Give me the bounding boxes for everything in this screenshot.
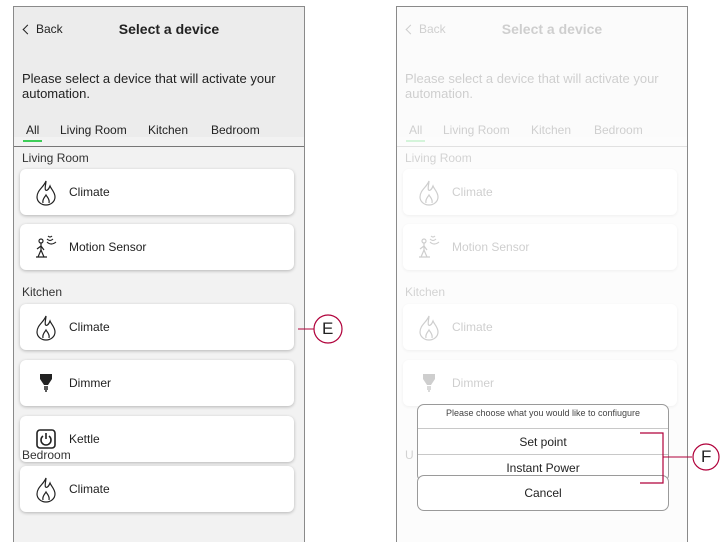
flame-icon xyxy=(36,477,56,503)
divider xyxy=(14,146,304,147)
device-label: Climate xyxy=(69,320,110,334)
section-living-room: Living Room xyxy=(22,151,89,165)
device-card-living-climate[interactable]: Climate xyxy=(20,169,294,215)
tab-bedroom[interactable]: Bedroom xyxy=(211,123,260,137)
device-label: Dimmer xyxy=(69,376,111,390)
option-set-point[interactable]: Set point xyxy=(418,428,668,455)
device-label: Climate xyxy=(69,482,110,496)
device-label: Motion Sensor xyxy=(69,240,147,254)
instruction-text: Please select a device that will activat… xyxy=(22,71,276,101)
flame-icon xyxy=(36,315,56,341)
device-card-dimmer[interactable]: Dimmer xyxy=(20,360,294,406)
callout-bracket xyxy=(640,432,664,484)
callout-e xyxy=(298,314,343,344)
motion-sensor-icon xyxy=(36,235,57,258)
room-tabs: All Living Room Kitchen Bedroom xyxy=(14,117,304,142)
phone-screen-left: Back Select a device Please select a dev… xyxy=(13,6,305,542)
dialog-prompt: Please choose what you would like to con… xyxy=(445,408,641,418)
tab-living-room[interactable]: Living Room xyxy=(60,123,127,137)
device-card-kitchen-climate[interactable]: Climate xyxy=(20,304,294,350)
cancel-button[interactable]: Cancel xyxy=(417,475,669,511)
tab-all[interactable]: All xyxy=(23,123,43,142)
tab-all-label: All xyxy=(26,123,40,137)
device-label: Kettle xyxy=(69,432,100,446)
flame-icon xyxy=(36,180,56,206)
tab-kitchen[interactable]: Kitchen xyxy=(148,123,188,137)
active-tab-indicator xyxy=(23,140,43,142)
configure-dialog: Please choose what you would like to con… xyxy=(417,404,669,482)
device-card-motion-sensor[interactable]: Motion Sensor xyxy=(20,224,294,270)
section-kitchen: Kitchen xyxy=(22,285,63,299)
callout-label-f: F xyxy=(701,447,712,466)
callout-label-e: E xyxy=(322,319,334,338)
device-label: Climate xyxy=(69,185,110,199)
header: Back Select a device Please select a dev… xyxy=(14,7,304,142)
top-bar: Back Select a device xyxy=(14,19,304,41)
bulb-icon xyxy=(40,374,52,392)
section-bedroom: Bedroom xyxy=(22,448,71,462)
page-title: Select a device xyxy=(118,21,220,37)
device-card-bedroom-climate[interactable]: Climate xyxy=(20,466,294,512)
